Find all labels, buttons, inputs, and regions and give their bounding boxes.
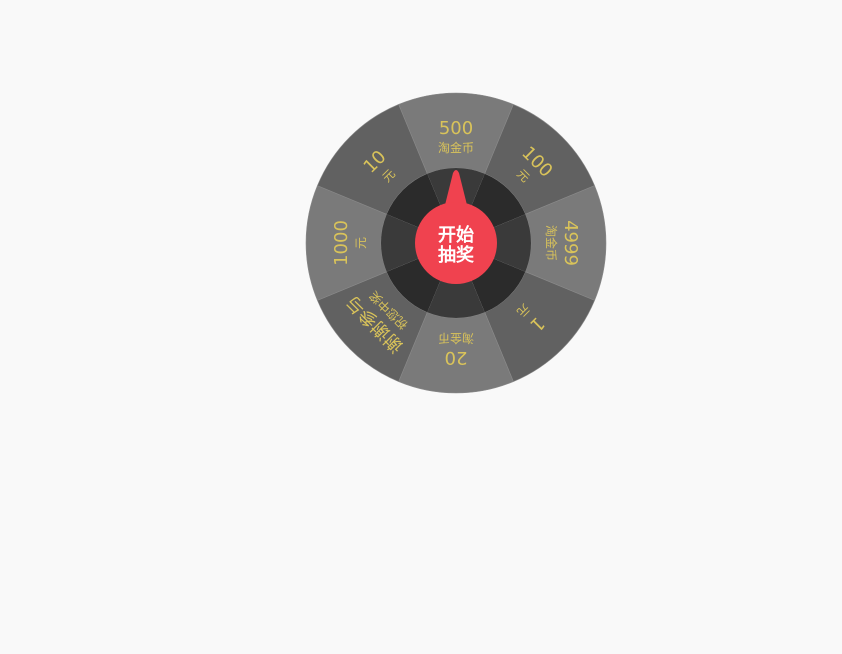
prize-unit: 元 (354, 237, 368, 249)
prize-amount: 4999 (560, 220, 581, 266)
prize-unit: 淘金币 (438, 140, 474, 155)
start-button-label-line1[interactable]: 开始 (438, 224, 474, 246)
lottery-wheel: 500 淘金币 100 元 4999 淘金币 1 元 20 淘金币 谢谢参与 祝您中奖 1000 元 10 元… (0, 0, 842, 654)
prize-unit: 淘金币 (438, 331, 474, 346)
wheel-graphic: 500淘金币 100元4999淘金币1元20淘金币谢谢参与祝您中奖1000 元10元… (305, 92, 607, 394)
prize-label: 4999淘金币 (544, 220, 581, 266)
prize-amount: 1000 (331, 220, 352, 266)
prize-unit: 淘金币 (544, 225, 559, 261)
prize-amount: 500 (439, 118, 473, 139)
prize-amount: 20 (445, 347, 468, 368)
prize-label: 500淘金币 (438, 118, 474, 155)
start-button-label-line2[interactable]: 抽奖 (438, 244, 475, 266)
